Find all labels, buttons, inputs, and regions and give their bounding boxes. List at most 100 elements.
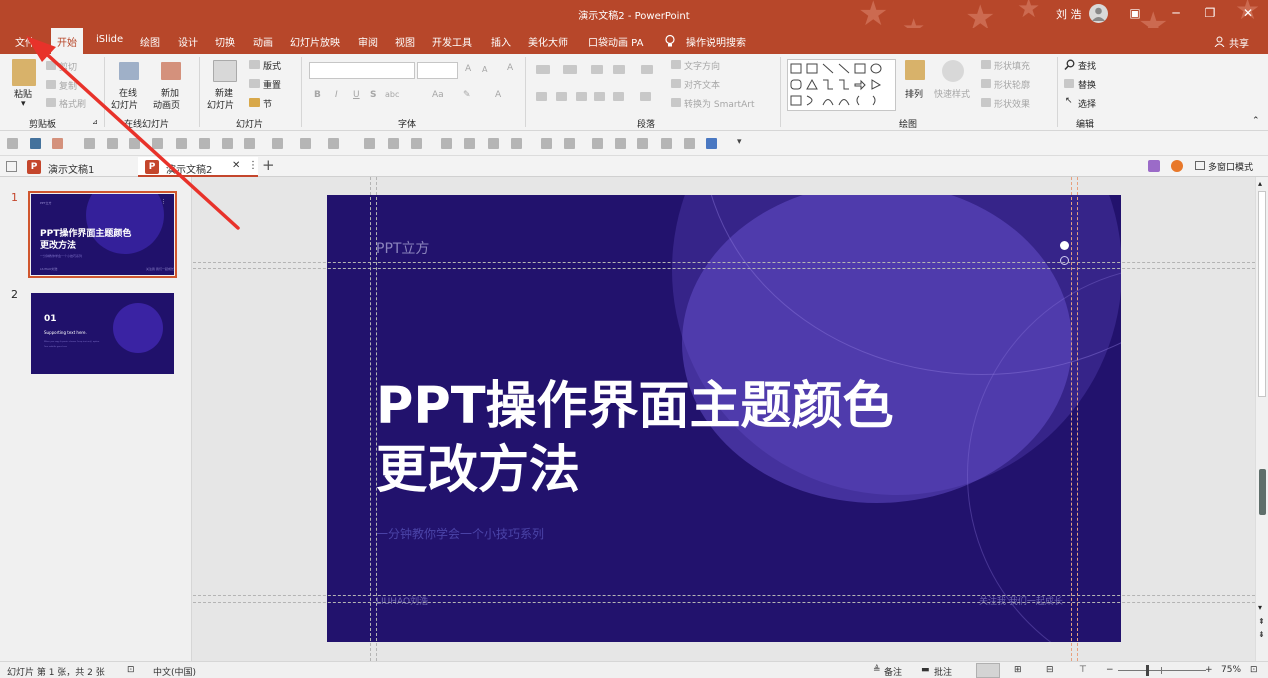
save-icon[interactable]	[30, 138, 41, 149]
minimize-button[interactable]: ─	[1166, 4, 1186, 22]
cut-button[interactable]: 剪切	[59, 60, 77, 73]
tab-view[interactable]: 视图	[395, 34, 415, 49]
avatar[interactable]	[1089, 4, 1108, 23]
collapse-ribbon-icon[interactable]: ⌃	[1252, 116, 1260, 126]
tab-draw[interactable]: 绘图	[140, 34, 160, 49]
guide-vertical[interactable]	[376, 177, 377, 661]
toolbar-icon[interactable]	[706, 138, 717, 149]
select-button[interactable]: 选择	[1078, 97, 1096, 110]
toolbar-icon[interactable]	[176, 138, 187, 149]
addin-icon[interactable]	[1148, 160, 1160, 172]
format-painter-button[interactable]: 格式刷	[59, 97, 86, 110]
align-center-icon[interactable]	[556, 92, 567, 101]
guide-horizontal[interactable]	[193, 262, 1255, 263]
align-text-button[interactable]: 对齐文本	[684, 78, 720, 91]
restore-button[interactable]: ❐	[1200, 4, 1220, 22]
shapes-gallery[interactable]	[787, 59, 896, 111]
comments-button[interactable]: 批注	[934, 665, 952, 678]
toolbar-icon[interactable]	[441, 138, 452, 149]
increase-indent-icon[interactable]	[613, 65, 625, 74]
tab-pocket-animation[interactable]: 口袋动画 PA	[588, 34, 643, 49]
scroll-down-icon[interactable]: ▾	[1258, 603, 1262, 612]
tell-me-search[interactable]: 操作说明搜索	[686, 34, 746, 49]
slide-splitter[interactable]	[1259, 469, 1266, 515]
zoom-in-button[interactable]: +	[1205, 665, 1213, 675]
columns-icon[interactable]	[640, 92, 651, 101]
new-tab-icon[interactable]: +	[262, 156, 275, 174]
slide-brand[interactable]: PPT立方	[376, 238, 429, 258]
toolbar-icon[interactable]	[272, 138, 283, 149]
toolbar-icon[interactable]	[564, 138, 575, 149]
tab-developer[interactable]: 开发工具	[432, 34, 472, 49]
tab-more-icon[interactable]: ⋮	[248, 160, 258, 171]
tab-design[interactable]: 设计	[178, 34, 198, 49]
layout-button[interactable]: 版式	[263, 59, 281, 72]
toolbar-icon[interactable]	[592, 138, 603, 149]
tab-beautify[interactable]: 美化大师	[528, 34, 568, 49]
align-left-icon[interactable]	[536, 92, 547, 101]
reset-button[interactable]: 重置	[263, 78, 281, 91]
shape-effects-button[interactable]: 形状效果	[994, 97, 1030, 110]
text-direction-button[interactable]: 文字方向	[684, 59, 720, 72]
toolbar-icon[interactable]	[328, 138, 339, 149]
tab-review[interactable]: 审阅	[358, 34, 378, 49]
highlight-icon[interactable]: ✎	[463, 90, 471, 100]
toolbar-icon[interactable]	[129, 138, 140, 149]
shape-fill-button[interactable]: 形状填充	[994, 59, 1030, 72]
toolbar-icon[interactable]	[661, 138, 672, 149]
tab-slideshow[interactable]: 幻灯片放映	[290, 34, 340, 49]
smartart-button[interactable]: 转换为 SmartArt	[684, 97, 754, 110]
guide-vertical-orange[interactable]	[1071, 177, 1072, 661]
guide-horizontal[interactable]	[193, 602, 1255, 603]
zoom-level[interactable]: 75%	[1221, 665, 1241, 675]
close-tab-icon[interactable]: ✕	[232, 160, 240, 171]
align-right-icon[interactable]	[576, 92, 587, 101]
new-slide-button-line2[interactable]: 幻灯片	[207, 98, 234, 111]
section-button[interactable]: 节	[263, 97, 272, 110]
vertical-scrollbar[interactable]: ▴ ▾ ⇞ ⇟	[1255, 177, 1268, 661]
toolbar-icon[interactable]	[684, 138, 695, 149]
slideshow-icon[interactable]: ⊤	[1079, 665, 1087, 675]
zoom-out-button[interactable]: −	[1106, 665, 1114, 675]
tab-file[interactable]: 文件	[15, 34, 35, 49]
replace-button[interactable]: 替换	[1078, 78, 1096, 91]
tab-transitions[interactable]: 切换	[215, 34, 235, 49]
toolbar-icon[interactable]	[7, 138, 18, 149]
toolbar-icon[interactable]	[411, 138, 422, 149]
toolbar-icon[interactable]	[152, 138, 163, 149]
change-case-button[interactable]: Aa	[432, 90, 444, 100]
quick-styles-button[interactable]: 快速样式	[934, 87, 970, 100]
slide-thumbnail-2[interactable]: 01 Supporting text here. When you copy &…	[31, 293, 174, 374]
underline-button[interactable]: U	[353, 90, 360, 100]
share-button[interactable]: 共享	[1229, 35, 1249, 50]
slide-sorter-icon[interactable]: ⊞	[1014, 665, 1022, 675]
arrange-button[interactable]: 排列	[905, 87, 923, 100]
font-size-combo[interactable]	[417, 62, 458, 79]
doc-tab-1[interactable]: P 演示文稿1	[20, 157, 138, 177]
multiwindow-button[interactable]: 多窗口模式	[1208, 160, 1253, 173]
language-status[interactable]: 中文(中国)	[153, 665, 196, 678]
font-name-combo[interactable]	[309, 62, 415, 79]
slide-thumbnail-1[interactable]: PPT立方 ⋮ PPT操作界面主题颜色 更改方法 一分钟教你学会一个小技巧系列 …	[28, 191, 177, 278]
settings-icon[interactable]	[1171, 160, 1183, 172]
tab-insert[interactable]: 插入	[491, 34, 511, 49]
find-button[interactable]: 查找	[1078, 59, 1096, 72]
toolbar-icon[interactable]	[222, 138, 233, 149]
distribute-icon[interactable]	[613, 92, 624, 101]
paste-dropdown[interactable]: ▾	[21, 99, 26, 109]
guide-horizontal[interactable]	[193, 595, 1255, 596]
previous-slide-icon[interactable]: ⇞	[1258, 617, 1265, 626]
zoom-slider-thumb[interactable]	[1146, 665, 1149, 676]
decrease-indent-icon[interactable]	[591, 65, 603, 74]
toolbar-icon[interactable]	[464, 138, 475, 149]
tab-animations[interactable]: 动画	[253, 34, 273, 49]
toolbar-icon[interactable]	[615, 138, 626, 149]
shape-outline-button[interactable]: 形状轮廓	[994, 78, 1030, 91]
reading-view-icon[interactable]: ⊟	[1046, 665, 1054, 675]
slide-title[interactable]: PPT操作界面主题颜色 更改方法	[376, 375, 894, 503]
toolbar-icon[interactable]	[52, 138, 63, 149]
user-name[interactable]: 刘 浩	[1056, 6, 1082, 22]
guide-horizontal[interactable]	[193, 268, 1255, 269]
toolbar-icon[interactable]	[199, 138, 210, 149]
toolbar-icon[interactable]	[84, 138, 95, 149]
